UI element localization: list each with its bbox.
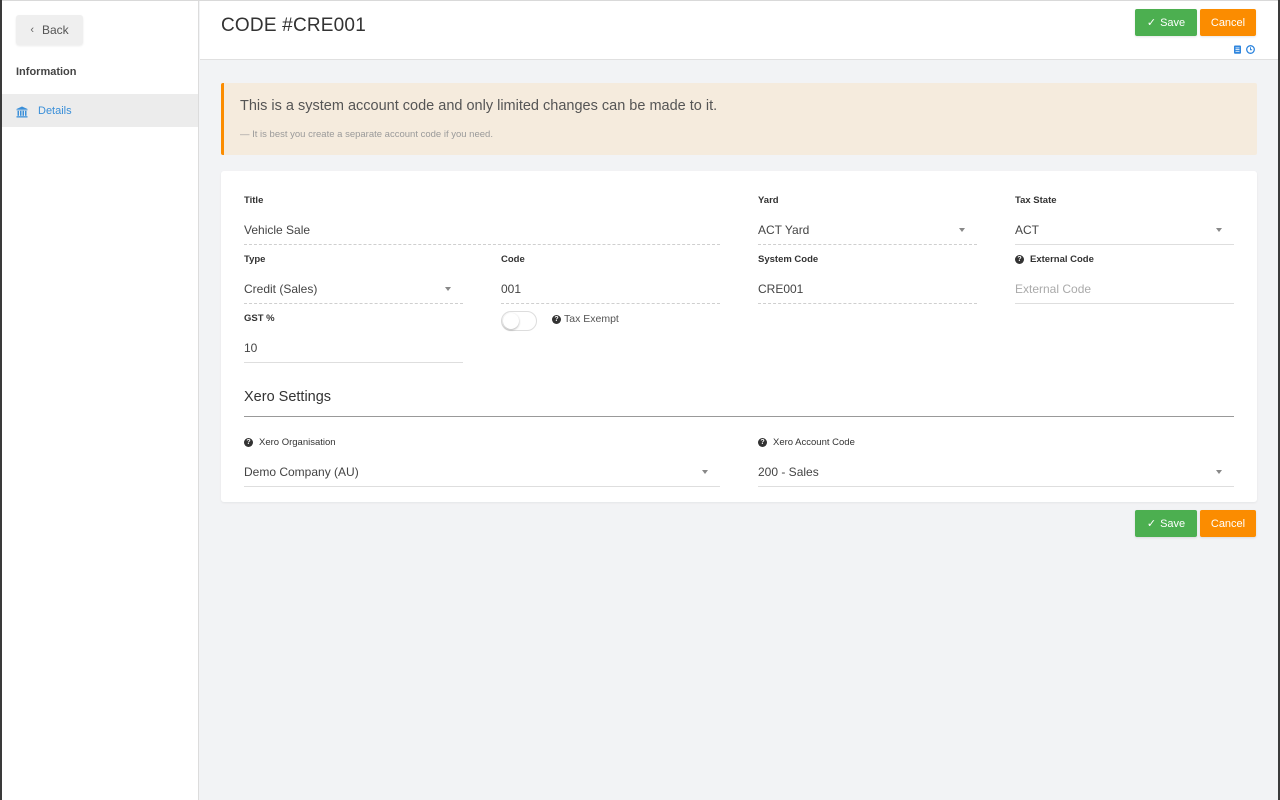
system-code-label: System Code bbox=[758, 253, 819, 265]
caret-down-icon bbox=[445, 287, 451, 291]
caret-down-icon bbox=[702, 470, 708, 474]
sidebar: ‹ Back Information Details bbox=[2, 1, 199, 800]
tax-state-select[interactable]: ACT bbox=[1015, 215, 1234, 245]
yard-field: Yard ACT Yard bbox=[758, 193, 977, 245]
sidebar-item-details[interactable]: Details bbox=[2, 94, 198, 127]
back-button[interactable]: ‹ Back bbox=[16, 15, 83, 45]
back-label: Back bbox=[41, 23, 69, 37]
caret-down-icon bbox=[1216, 470, 1222, 474]
gst-field: GST % 10 bbox=[244, 311, 463, 363]
chevron-left-icon: ‹ bbox=[30, 24, 34, 36]
external-code-field: ? External Code External Code bbox=[1015, 252, 1234, 304]
help-icon[interactable]: ? bbox=[758, 437, 767, 447]
yard-select[interactable]: ACT Yard bbox=[758, 215, 977, 245]
check-icon: ✓ bbox=[1146, 518, 1157, 530]
tax-state-label: Tax State bbox=[1015, 194, 1057, 206]
code-label: Code bbox=[501, 253, 525, 265]
bank-icon bbox=[16, 105, 28, 117]
header-save-button[interactable]: ✓ Save bbox=[1135, 9, 1197, 36]
gst-input[interactable]: 10 bbox=[244, 333, 463, 363]
footer-cancel-button[interactable]: Cancel bbox=[1200, 510, 1256, 537]
type-field: Type Credit (Sales) bbox=[244, 252, 463, 304]
title-input[interactable]: Vehicle Sale bbox=[244, 215, 720, 245]
help-icon[interactable]: ? bbox=[552, 314, 561, 324]
title-field: Title Vehicle Sale bbox=[244, 193, 720, 245]
cancel-label: Cancel bbox=[1210, 517, 1246, 530]
cancel-label: Cancel bbox=[1210, 16, 1246, 29]
help-icon[interactable]: ? bbox=[1015, 254, 1024, 264]
caret-down-icon bbox=[959, 228, 965, 232]
type-select[interactable]: Credit (Sales) bbox=[244, 274, 463, 304]
check-icon: ✓ bbox=[1146, 17, 1157, 29]
page-title: CODE #CRE001 bbox=[221, 15, 366, 36]
title-label: Title bbox=[244, 194, 264, 206]
tax-state-field: Tax State ACT bbox=[1015, 193, 1234, 245]
xero-organisation-field: ? Xero Organisation Demo Company (AU) bbox=[244, 435, 720, 487]
code-input[interactable]: 001 bbox=[501, 274, 720, 304]
caret-down-icon bbox=[1216, 228, 1222, 232]
footer-save-button[interactable]: ✓ Save bbox=[1135, 510, 1197, 537]
xero-organisation-select[interactable]: Demo Company (AU) bbox=[244, 457, 720, 487]
alert-subtitle: — It is best you create a separate accou… bbox=[240, 129, 493, 140]
tax-exempt-toggle[interactable] bbox=[501, 311, 537, 331]
system-code-alert: This is a system account code and only l… bbox=[221, 83, 1257, 155]
account-code-form: Title Vehicle Sale Yard ACT Yard Tax Sta… bbox=[221, 171, 1257, 502]
xero-settings-heading: Xero Settings bbox=[244, 389, 1234, 417]
xero-account-code-select[interactable]: 200 - Sales bbox=[758, 457, 1234, 487]
external-code-input[interactable]: External Code bbox=[1015, 274, 1234, 304]
save-label: Save bbox=[1160, 16, 1186, 29]
sidebar-heading: Information bbox=[16, 66, 77, 78]
gst-label: GST % bbox=[244, 312, 275, 324]
sidebar-item-label: Details bbox=[38, 104, 72, 117]
alert-title: This is a system account code and only l… bbox=[240, 98, 718, 114]
system-code-input[interactable]: CRE001 bbox=[758, 274, 977, 304]
external-code-label: ? External Code bbox=[1015, 252, 1234, 266]
xero-account-code-field: ? Xero Account Code 200 - Sales bbox=[758, 435, 1234, 487]
system-code-field: System Code CRE001 bbox=[758, 252, 977, 304]
save-label: Save bbox=[1160, 517, 1186, 530]
xero-organisation-label: ? Xero Organisation bbox=[244, 435, 720, 449]
clock-icon[interactable] bbox=[1246, 41, 1255, 54]
code-field: Code 001 bbox=[501, 252, 720, 304]
help-icon[interactable]: ? bbox=[244, 437, 253, 447]
yard-label: Yard bbox=[758, 194, 779, 206]
header-icon-group bbox=[1233, 41, 1255, 54]
tax-exempt-label: ? Tax Exempt bbox=[552, 313, 619, 325]
header-cancel-button[interactable]: Cancel bbox=[1200, 9, 1256, 36]
type-label: Type bbox=[244, 253, 266, 265]
toggle-knob bbox=[503, 313, 519, 329]
xero-account-code-label: ? Xero Account Code bbox=[758, 435, 1234, 449]
page-header: CODE #CRE001 ✓ Save Cancel bbox=[200, 1, 1278, 60]
clipboard-icon[interactable] bbox=[1233, 41, 1242, 54]
